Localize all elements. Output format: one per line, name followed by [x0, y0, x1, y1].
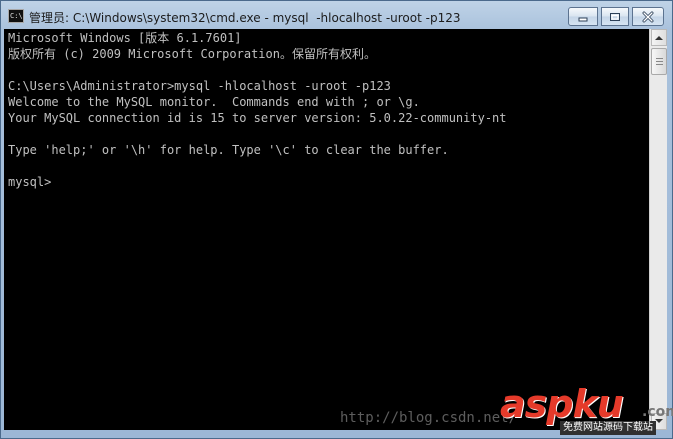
- logo-text: aspku: [500, 382, 624, 426]
- title-bar[interactable]: C:\ 管理员: C:\Windows\system32\cmd.exe - m…: [1, 1, 672, 31]
- close-icon: [642, 11, 654, 22]
- close-button[interactable]: [632, 7, 664, 26]
- console-output[interactable]: Microsoft Windows [版本 6.1.7601] 版权所有 (c)…: [4, 29, 649, 430]
- watermark-url: http://blog.csdn.net/: [340, 410, 518, 426]
- logo-tagline: 免费网站源码下载站: [560, 421, 656, 435]
- console-line: 版权所有 (c) 2009 Microsoft Corporation。保留所有…: [8, 47, 376, 61]
- console-prompt[interactable]: mysql>: [8, 174, 51, 190]
- minimize-icon: [578, 17, 588, 21]
- arrow-up-icon: [655, 36, 663, 40]
- scroll-up-button[interactable]: [651, 29, 667, 46]
- scrollbar-thumb[interactable]: [651, 48, 667, 75]
- console-line: Microsoft Windows [版本 6.1.7601]: [8, 31, 242, 45]
- cmd-window: C:\ 管理员: C:\Windows\system32\cmd.exe - m…: [0, 0, 673, 439]
- window-title: 管理员: C:\Windows\system32\cmd.exe - mysql…: [29, 11, 461, 25]
- site-logo: aspku .com 免费网站源码下载站: [500, 382, 673, 438]
- logo-suffix: .com: [642, 404, 673, 420]
- console-line: C:\Users\Administrator>mysql -hlocalhost…: [8, 79, 391, 93]
- minimize-button[interactable]: [568, 7, 598, 26]
- console-line: Your MySQL connection id is 15 to server…: [8, 111, 507, 125]
- maximize-button[interactable]: [601, 7, 629, 26]
- maximize-icon: [610, 12, 620, 21]
- console-icon[interactable]: C:\: [8, 9, 24, 23]
- console-line: Welcome to the MySQL monitor. Commands e…: [8, 95, 420, 109]
- vertical-scrollbar[interactable]: [649, 29, 667, 430]
- console-line: Type 'help;' or '\h' for help. Type '\c'…: [8, 143, 449, 157]
